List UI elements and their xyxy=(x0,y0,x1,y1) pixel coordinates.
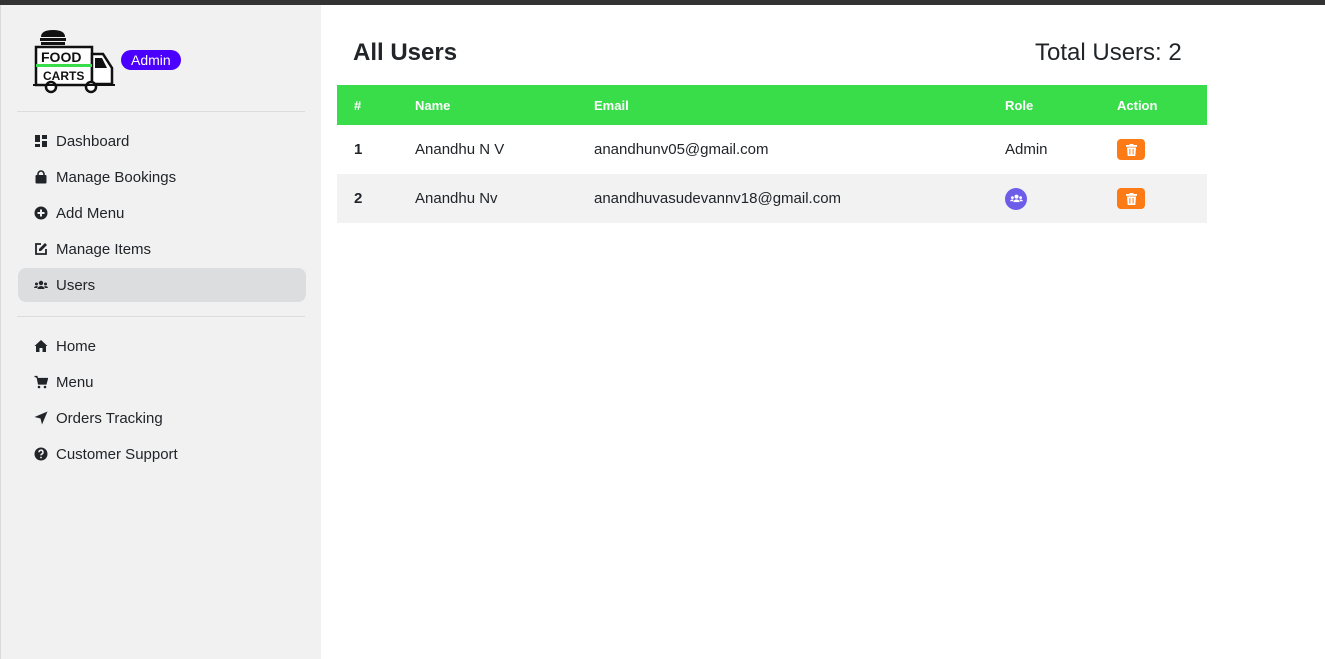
dashboard-icon xyxy=(34,134,48,148)
sidebar-item-users[interactable]: Users xyxy=(18,268,306,302)
table-row: 2 Anandhu Nv anandhuvasudevannv18@gmail.… xyxy=(337,174,1207,223)
sidebar-divider xyxy=(17,316,305,317)
home-icon xyxy=(34,339,48,353)
sidebar: FOOD CARTS Admin Dashboard Manage Bookin… xyxy=(0,5,321,659)
question-circle-icon xyxy=(34,447,48,461)
admin-badge: Admin xyxy=(121,50,181,70)
action-cell xyxy=(1100,174,1207,223)
shopping-bag-icon xyxy=(34,170,48,184)
sidebar-item-label: Customer Support xyxy=(56,445,178,463)
column-header-number: # xyxy=(354,97,362,113)
column-header-role: Role xyxy=(1005,97,1034,113)
sidebar-item-label: Manage Bookings xyxy=(56,168,177,186)
user-email: anandhuvasudevannv18@gmail.com xyxy=(594,190,842,207)
sidebar-item-label: Orders Tracking xyxy=(56,409,163,427)
sidebar-item-menu[interactable]: Menu xyxy=(18,365,306,399)
food-carts-logo[interactable]: FOOD CARTS xyxy=(33,28,115,96)
sidebar-item-label: Users xyxy=(56,276,96,294)
trash-icon xyxy=(1125,192,1137,205)
logo-text-carts: CARTS xyxy=(43,69,84,83)
sidebar-item-manage-bookings[interactable]: Manage Bookings xyxy=(18,160,306,194)
delete-user-button[interactable] xyxy=(1117,139,1145,160)
sidebar-item-home[interactable]: Home xyxy=(18,329,306,363)
sidebar-divider xyxy=(17,111,305,112)
main-content: All Users Total Users: 2 # Name Email Ro… xyxy=(321,5,1325,659)
users-icon xyxy=(1009,194,1023,203)
sidebar-item-customer-support[interactable]: Customer Support xyxy=(18,437,306,471)
sidebar-item-label: Dashboard xyxy=(56,132,130,150)
location-arrow-icon xyxy=(34,411,48,425)
delete-user-button[interactable] xyxy=(1117,188,1145,209)
sidebar-item-label: Home xyxy=(56,337,97,355)
sidebar-item-dashboard[interactable]: Dashboard xyxy=(18,124,306,158)
table-header-row: # Name Email Role Action xyxy=(337,85,1207,125)
sidebar-item-add-menu[interactable]: Add Menu xyxy=(18,196,306,230)
action-cell xyxy=(1100,125,1207,174)
column-header-action: Action xyxy=(1117,97,1158,113)
logo-text-food: FOOD xyxy=(41,49,81,65)
table-row: 1 Anandhu N V anandhunv05@gmail.com Admi… xyxy=(337,125,1207,174)
column-header-name: Name xyxy=(415,97,451,113)
edit-icon xyxy=(34,242,48,256)
user-email: anandhunv05@gmail.com xyxy=(594,141,769,158)
user-name: Anandhu Nv xyxy=(415,190,498,207)
total-users-count: Total Users: 2 xyxy=(1035,39,1182,66)
row-number: 1 xyxy=(354,141,363,158)
brand[interactable]: FOOD CARTS xyxy=(33,27,115,97)
sidebar-item-label: Add Menu xyxy=(56,204,125,222)
cart-icon xyxy=(34,375,48,389)
sidebar-item-manage-items[interactable]: Manage Items xyxy=(18,232,306,266)
page-title: All Users xyxy=(353,39,458,66)
make-admin-button[interactable] xyxy=(1005,187,1027,210)
trash-icon xyxy=(1125,143,1137,156)
sidebar-item-label: Menu xyxy=(56,373,94,391)
user-name: Anandhu N V xyxy=(415,141,505,158)
users-icon xyxy=(34,278,48,292)
row-number: 2 xyxy=(354,190,363,207)
column-header-email: Email xyxy=(594,97,629,113)
sidebar-item-label: Manage Items xyxy=(56,240,152,258)
user-role: Admin xyxy=(1005,141,1048,158)
users-table: # Name Email Role Action 1 Anandhu N V a… xyxy=(337,85,1207,223)
plus-circle-icon xyxy=(34,206,48,220)
sidebar-item-orders-tracking[interactable]: Orders Tracking xyxy=(18,401,306,435)
user-role-cell xyxy=(988,174,1100,223)
